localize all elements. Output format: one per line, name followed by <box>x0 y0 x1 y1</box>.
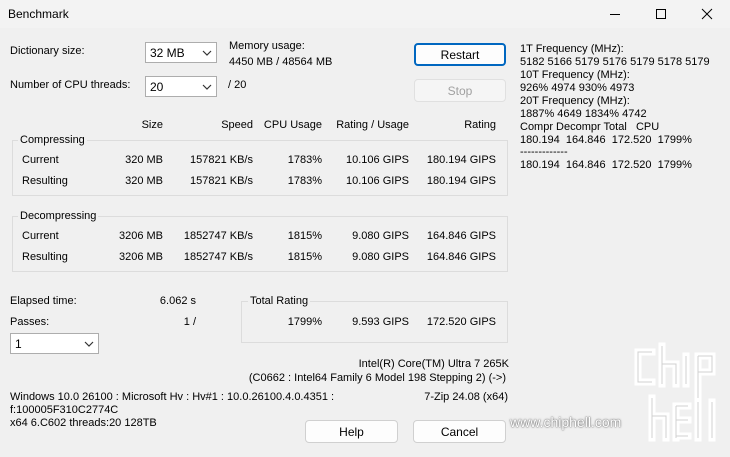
row-size: 320 MB <box>125 175 163 187</box>
memory-usage-value: 4450 MB / 48564 MB <box>229 56 333 68</box>
version-label: 7-Zip 24.08 (x64) <box>424 391 508 403</box>
freq-1t-label: 1T Frequency (MHz): <box>520 43 624 55</box>
col-rating-usage: Rating / Usage <box>336 119 409 131</box>
title-bar: Benchmark <box>0 0 730 28</box>
dictionary-size-select[interactable]: 32 MB <box>145 42 217 63</box>
cpu-threads-total: / 20 <box>228 79 247 91</box>
col-speed: Speed <box>221 119 253 131</box>
row-speed: 1852747 KB/s <box>183 251 253 263</box>
cancel-button[interactable]: Cancel <box>413 420 506 443</box>
row-size: 3206 MB <box>118 230 163 242</box>
maximize-button[interactable] <box>638 0 684 28</box>
total-rating-usage: 9.593 GIPS <box>352 316 409 328</box>
passes-label: Passes: <box>10 316 50 328</box>
restart-button[interactable]: Restart <box>414 43 506 66</box>
dictionary-size-value: 32 MB <box>150 45 185 60</box>
decompressing-title: Decompressing <box>18 210 99 222</box>
row-speed: 1852747 KB/s <box>183 230 253 242</box>
help-label: Help <box>339 424 364 439</box>
minimize-icon <box>610 14 620 15</box>
freq-20t-values: 1887% 4649 1834% 4742 <box>520 108 647 120</box>
stop-button[interactable]: Stop <box>414 79 506 102</box>
freq-summary-header: Compr Decompr Total CPU <box>520 121 660 133</box>
elapsed-time-value: 6.062 s <box>159 295 196 307</box>
row-cpu: 1815% <box>287 251 322 263</box>
row-rating-usage: 9.080 GIPS <box>352 230 409 242</box>
window-title: Benchmark <box>8 7 69 21</box>
memory-usage-label: Memory usage: <box>229 40 305 52</box>
row-cpu: 1783% <box>287 154 322 166</box>
row-rating-usage: 10.106 GIPS <box>346 175 409 187</box>
sysinfo-line3: x64 6.C602 threads:20 128TB <box>10 417 157 429</box>
freq-summary-row-2: 180.194 164.846 172.520 1799% <box>520 159 692 171</box>
restart-label: Restart <box>440 47 480 62</box>
compressing-title: Compressing <box>18 134 87 146</box>
passes-select[interactable]: 1 <box>10 333 99 354</box>
minimize-button[interactable] <box>592 0 638 28</box>
total-cpu: 1799% <box>287 316 322 328</box>
freq-20t-label: 20T Frequency (MHz): <box>520 95 630 107</box>
row-rating: 180.194 GIPS <box>426 175 496 187</box>
passes-combo-value: 1 <box>15 336 22 351</box>
chiphell-logo <box>632 342 724 445</box>
row-cpu: 1815% <box>287 230 322 242</box>
chevron-down-icon <box>202 84 212 90</box>
total-rating-value: 172.520 GIPS <box>426 316 496 328</box>
cpu-detail[interactable]: (C0662 : Intel64 Family 6 Model 198 Step… <box>200 372 506 384</box>
cpu-threads-select[interactable]: 20 <box>145 76 217 97</box>
row-label: Current <box>22 154 59 166</box>
dictionary-size-label: Dictionary size: <box>10 45 85 57</box>
row-rating-usage: 9.080 GIPS <box>352 251 409 263</box>
freq-10t-values: 926% 4974 930% 4973 <box>520 82 635 94</box>
close-button[interactable] <box>684 0 730 28</box>
close-icon <box>701 8 713 20</box>
cpu-threads-value: 20 <box>150 79 164 94</box>
maximize-icon <box>656 9 666 19</box>
chevron-down-icon <box>84 341 94 347</box>
decompressing-group <box>12 216 508 272</box>
sysinfo-line1: Windows 10.0 26100 : Microsoft Hv : Hv#1… <box>10 391 335 403</box>
sysinfo-line2: f:100005F310C2774C <box>10 404 119 416</box>
col-rating: Rating <box>464 119 496 131</box>
row-rating: 164.846 GIPS <box>426 251 496 263</box>
col-cpu-usage: CPU Usage <box>263 119 322 131</box>
cpu-threads-label: Number of CPU threads: <box>10 79 131 91</box>
row-speed: 157821 KB/s <box>190 154 253 166</box>
row-cpu: 1783% <box>287 175 322 187</box>
row-label: Resulting <box>22 251 68 263</box>
freq-summary-row: 180.194 164.846 172.520 1799% <box>520 134 692 146</box>
help-button[interactable]: Help <box>305 420 398 443</box>
freq-separator: ------------- <box>520 146 568 158</box>
col-size: Size <box>141 119 163 131</box>
cpu-name: Intel(R) Core(TM) Ultra 7 265K <box>358 358 509 370</box>
row-label: Current <box>22 230 59 242</box>
watermark-text: www.chiphell.com <box>510 414 622 430</box>
passes-value: 1 / <box>183 316 196 328</box>
row-speed: 157821 KB/s <box>190 175 253 187</box>
stop-label: Stop <box>447 83 473 98</box>
total-rating-title: Total Rating <box>248 295 311 307</box>
row-rating-usage: 10.106 GIPS <box>346 154 409 166</box>
freq-1t-values: 5182 5166 5179 5176 5179 5178 5179 <box>520 56 710 68</box>
cancel-label: Cancel <box>440 424 479 439</box>
row-size: 3206 MB <box>118 251 163 263</box>
elapsed-time-label: Elapsed time: <box>10 295 77 307</box>
row-label: Resulting <box>22 175 68 187</box>
row-size: 320 MB <box>125 154 163 166</box>
freq-10t-label: 10T Frequency (MHz): <box>520 69 630 81</box>
chevron-down-icon <box>202 50 212 56</box>
row-rating: 180.194 GIPS <box>426 154 496 166</box>
row-rating: 164.846 GIPS <box>426 230 496 242</box>
compressing-group <box>12 140 508 196</box>
